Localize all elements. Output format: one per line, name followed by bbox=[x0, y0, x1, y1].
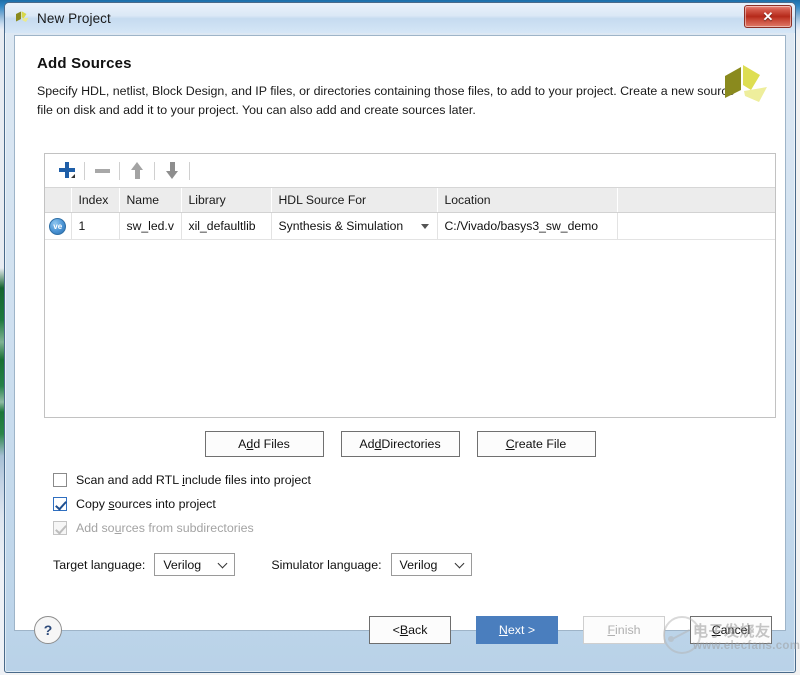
column-header-spacer bbox=[617, 188, 775, 213]
cell-library[interactable]: xil_defaultlib bbox=[181, 213, 271, 240]
back-label-pre: < bbox=[393, 623, 400, 637]
remove-source-button[interactable] bbox=[88, 159, 116, 183]
option-label-post: ources into project bbox=[115, 497, 216, 511]
finish-label-post: inish bbox=[615, 623, 640, 637]
dialog-client-area: Add Sources Specify HDL, netlist, Block … bbox=[14, 35, 786, 631]
xilinx-pinwheel-logo-icon bbox=[717, 60, 769, 112]
cell-name: sw_led.v bbox=[119, 213, 181, 240]
finish-button: Finish bbox=[583, 616, 665, 644]
arrow-up-icon bbox=[131, 162, 144, 179]
toolbar-divider bbox=[119, 162, 120, 180]
option-label-pre: Copy bbox=[76, 497, 108, 511]
add-directories-label-pre: Ad bbox=[359, 437, 374, 451]
option-label: Copy sources into project bbox=[76, 497, 216, 511]
finish-mnemonic: F bbox=[607, 623, 615, 637]
sources-panel: Index Name Library HDL Source For Locati… bbox=[44, 153, 776, 418]
sources-table: Index Name Library HDL Source For Locati… bbox=[45, 188, 775, 240]
column-header-library[interactable]: Library bbox=[181, 188, 271, 213]
option-label-post: rces from subdirectories bbox=[121, 521, 253, 535]
back-button[interactable]: < Back bbox=[369, 616, 451, 644]
close-button[interactable]: ✕ bbox=[744, 5, 792, 28]
help-button[interactable]: ? bbox=[34, 616, 62, 644]
minus-icon bbox=[95, 169, 110, 173]
page-description: Specify HDL, netlist, Block Design, and … bbox=[37, 82, 737, 120]
cell-location: C:/Vivado/basys3_sw_demo bbox=[437, 213, 617, 240]
add-files-label-pre: A bbox=[238, 437, 246, 451]
option-label: Scan and add RTL include files into proj… bbox=[76, 473, 311, 487]
toolbar-divider bbox=[84, 162, 85, 180]
column-header-location[interactable]: Location bbox=[437, 188, 617, 213]
cancel-button[interactable]: Cancel bbox=[690, 616, 772, 644]
table-header-row: Index Name Library HDL Source For Locati… bbox=[45, 188, 775, 213]
add-directories-label-post: Directories bbox=[381, 437, 440, 451]
column-header-name[interactable]: Name bbox=[119, 188, 181, 213]
add-directories-mnemonic: d bbox=[375, 437, 382, 451]
target-language-label: Target language: bbox=[53, 558, 145, 572]
cell-hdl-source-for-value: Synthesis & Simulation bbox=[279, 219, 404, 233]
option-label: Add sources from subdirectories bbox=[76, 521, 254, 535]
simulator-language-label: Simulator language: bbox=[271, 558, 381, 572]
scan-rtl-include-checkbox[interactable] bbox=[53, 473, 67, 487]
row-file-type-icon-cell: ve bbox=[45, 213, 71, 240]
add-files-button[interactable]: Add Files bbox=[205, 431, 324, 457]
question-mark-icon: ? bbox=[44, 622, 53, 638]
next-mnemonic: N bbox=[499, 623, 508, 637]
add-files-label-post: d Files bbox=[253, 437, 290, 451]
source-action-buttons: Add Files Add Directories Create File bbox=[15, 431, 785, 457]
cancel-label-post: ancel bbox=[721, 623, 751, 637]
sources-toolbar bbox=[45, 154, 775, 188]
wizard-navigation: < Back Next > Finish Cancel bbox=[369, 616, 772, 644]
back-label-post: ack bbox=[408, 623, 427, 637]
create-file-button[interactable]: Create File bbox=[477, 431, 596, 457]
plus-icon bbox=[59, 162, 76, 179]
column-header-index[interactable]: Index bbox=[71, 188, 119, 213]
column-header-hdl-source-for[interactable]: HDL Source For bbox=[271, 188, 437, 213]
add-files-mnemonic: d bbox=[246, 437, 253, 451]
add-directories-button[interactable]: Add Directories bbox=[341, 431, 460, 457]
target-language-value: Verilog bbox=[163, 558, 201, 572]
option-label-post: nclude files into project bbox=[185, 473, 311, 487]
arrow-down-icon bbox=[166, 162, 179, 179]
cancel-mnemonic: C bbox=[712, 623, 721, 637]
create-file-mnemonic: C bbox=[506, 437, 515, 451]
cell-index: 1 bbox=[71, 213, 119, 240]
option-copy-sources[interactable]: Copy sources into project bbox=[53, 492, 311, 516]
chevron-down-icon bbox=[219, 560, 228, 569]
target-language-select[interactable]: Verilog bbox=[154, 553, 235, 576]
table-row[interactable]: ve 1 sw_led.v xil_defaultlib Synthesis &… bbox=[45, 213, 775, 240]
option-label-pre: Add so bbox=[76, 521, 115, 535]
copy-sources-checkbox[interactable] bbox=[53, 497, 67, 511]
simulator-language-value: Verilog bbox=[400, 558, 438, 572]
close-icon: ✕ bbox=[763, 9, 774, 25]
create-file-label-post: reate File bbox=[515, 437, 567, 451]
move-down-button[interactable] bbox=[158, 159, 186, 183]
option-label-pre: Scan and add RTL bbox=[76, 473, 182, 487]
chevron-down-icon[interactable] bbox=[421, 224, 429, 229]
new-project-dialog: New Project ✕ Add Sources Specify HDL, n… bbox=[4, 2, 796, 673]
cell-spacer bbox=[617, 213, 775, 240]
language-settings: Target language: Verilog Simulator langu… bbox=[53, 553, 472, 576]
add-source-button[interactable] bbox=[53, 159, 81, 183]
back-mnemonic: B bbox=[400, 623, 408, 637]
xilinx-logo-icon bbox=[14, 10, 30, 26]
page-title: Add Sources bbox=[37, 55, 132, 72]
column-header-icon[interactable] bbox=[45, 188, 71, 213]
toolbar-divider bbox=[154, 162, 155, 180]
cell-hdl-source-for[interactable]: Synthesis & Simulation bbox=[271, 213, 437, 240]
add-subdirectories-checkbox bbox=[53, 521, 67, 535]
move-up-button[interactable] bbox=[123, 159, 151, 183]
window-title: New Project bbox=[37, 11, 111, 26]
option-add-subdirectories: Add sources from subdirectories bbox=[53, 516, 311, 540]
title-bar: New Project ✕ bbox=[5, 3, 795, 33]
verilog-file-icon: ve bbox=[49, 218, 66, 235]
dialog-footer: ? < Back Next > Finish Cancel bbox=[14, 603, 786, 665]
toolbar-divider bbox=[189, 162, 190, 180]
source-options: Scan and add RTL include files into proj… bbox=[53, 468, 311, 540]
option-scan-rtl-include[interactable]: Scan and add RTL include files into proj… bbox=[53, 468, 311, 492]
chevron-down-icon bbox=[456, 560, 465, 569]
next-label-post: ext > bbox=[508, 623, 535, 637]
simulator-language-select[interactable]: Verilog bbox=[391, 553, 472, 576]
chevron-down-icon bbox=[71, 174, 75, 178]
next-button[interactable]: Next > bbox=[476, 616, 558, 644]
